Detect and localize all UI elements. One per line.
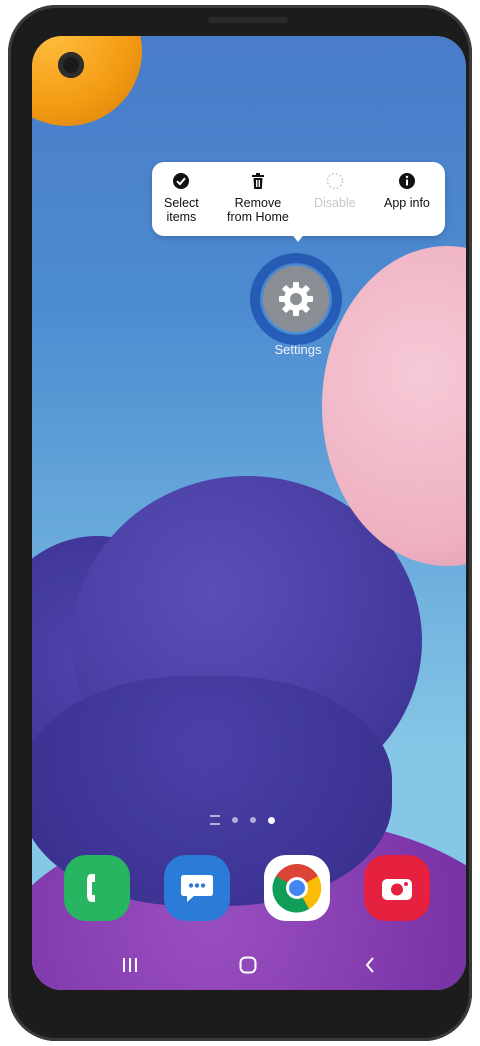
menu-item-label: App info [384,196,430,210]
page-indicator [210,815,275,825]
message-icon [181,875,213,902]
check-circle-icon [172,172,190,190]
chrome-icon [272,864,322,913]
dock-phone-app[interactable] [64,855,130,921]
popup-arrow [290,232,306,242]
settings-app-label: Settings [274,342,322,357]
front-camera [58,52,84,78]
info-icon [398,172,416,190]
menu-item-label: items [166,210,197,224]
recents-icon [123,958,137,972]
nav-home-button[interactable] [233,950,263,980]
dock-chrome-app[interactable] [264,855,330,921]
dock-messages-app[interactable] [164,855,230,921]
page-dot-active [268,816,275,824]
menu-item-label: Disable [314,196,356,210]
home-page-menu-icon [210,815,220,825]
menu-item-label: from Home [227,210,289,224]
home-icon [239,956,257,974]
wallpaper-orange-blob [32,36,142,126]
back-icon [365,957,374,973]
page-dot [232,817,238,823]
trash-icon [249,172,267,190]
phone-icon [87,874,95,902]
dock-camera-app[interactable] [364,855,430,921]
nav-recents-button[interactable] [115,950,145,980]
menu-item-remove-from-home[interactable]: Remove from Home [227,172,289,224]
menu-item-label: Select [164,196,199,210]
gear-icon [279,282,313,316]
nav-back-button[interactable] [355,950,385,980]
app-context-menu: Select items Remove from Home Disable Ap… [152,162,445,236]
bottom-bezel [32,990,466,1030]
menu-item-select-items[interactable]: Select items [164,172,199,224]
menu-item-disable[interactable]: Disable [314,172,356,210]
menu-item-app-info[interactable]: App info [384,172,430,210]
menu-item-label: Remove [234,196,282,210]
page-dot [250,817,256,823]
camera-icon [382,879,412,900]
earpiece [208,17,288,23]
dashed-circle-icon [326,172,344,190]
settings-app-icon[interactable] [263,266,329,332]
